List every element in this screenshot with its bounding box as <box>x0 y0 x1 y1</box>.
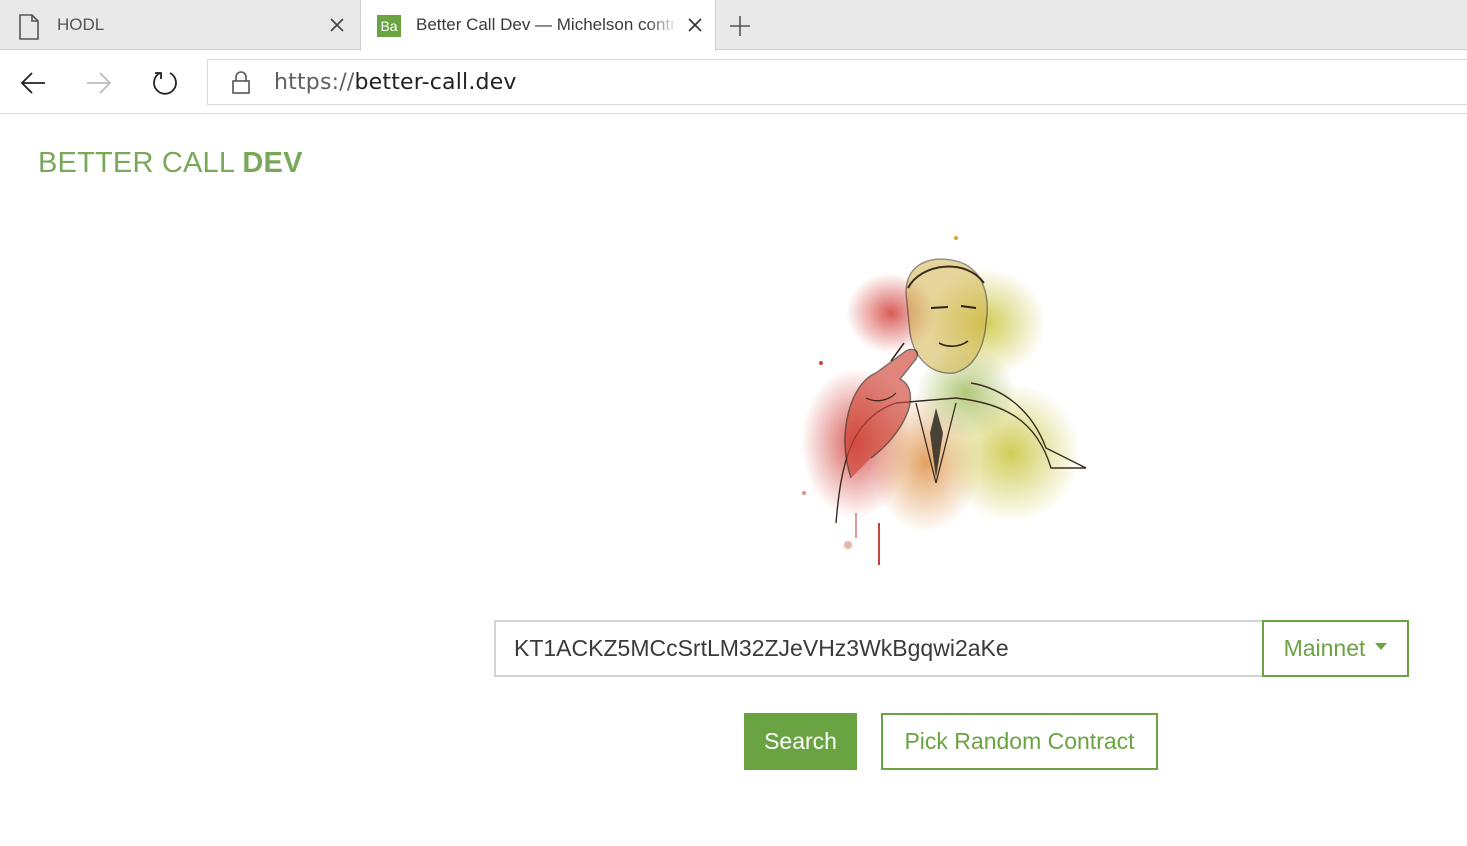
url-text: https://better-call.dev <box>274 70 517 95</box>
back-arrow-icon[interactable] <box>19 69 47 97</box>
forward-arrow-icon[interactable] <box>85 69 113 97</box>
close-icon[interactable] <box>687 17 703 33</box>
caret-down-icon <box>1375 643 1388 650</box>
hero-illustration <box>801 236 1087 565</box>
search-button[interactable]: Search <box>744 713 857 770</box>
site-favicon: Ba <box>377 15 401 37</box>
url-scheme: https:// <box>274 70 355 95</box>
tab-better-call-dev[interactable]: Ba Better Call Dev — Michelson contract … <box>360 0 716 51</box>
url-field[interactable]: https://better-call.dev <box>207 59 1467 105</box>
refresh-icon[interactable] <box>151 69 179 97</box>
pick-random-contract-button[interactable]: Pick Random Contract <box>881 713 1158 770</box>
contract-search-input[interactable] <box>494 620 1264 677</box>
brand-logo[interactable]: BETTER CALL DEV <box>38 147 303 180</box>
search-group: Mainnet <box>494 620 1409 677</box>
address-bar: https://better-call.dev <box>0 51 1467 114</box>
tab-strip: HODL Ba Better Call Dev — Michelson cont… <box>0 0 1467 51</box>
url-host: better-call.dev <box>354 70 517 95</box>
brand-bold-text: DEV <box>242 147 303 179</box>
lock-icon <box>231 71 251 100</box>
tab-title: HODL <box>57 15 105 34</box>
page-content: BETTER CALL DEV KT1ACKZ5MCcSrtLM32ZJeVHz… <box>0 115 1467 846</box>
network-dropdown[interactable]: Mainnet <box>1262 620 1409 677</box>
page-icon <box>18 14 40 45</box>
plus-icon[interactable] <box>728 14 752 38</box>
brand-light-text: BETTER CALL <box>38 147 243 179</box>
close-icon[interactable] <box>329 17 345 33</box>
tab-title: Better Call Dev — Michelson contract exp… <box>416 15 678 34</box>
network-label: Mainnet <box>1283 635 1366 661</box>
tab-hodl[interactable]: HODL <box>0 0 360 50</box>
